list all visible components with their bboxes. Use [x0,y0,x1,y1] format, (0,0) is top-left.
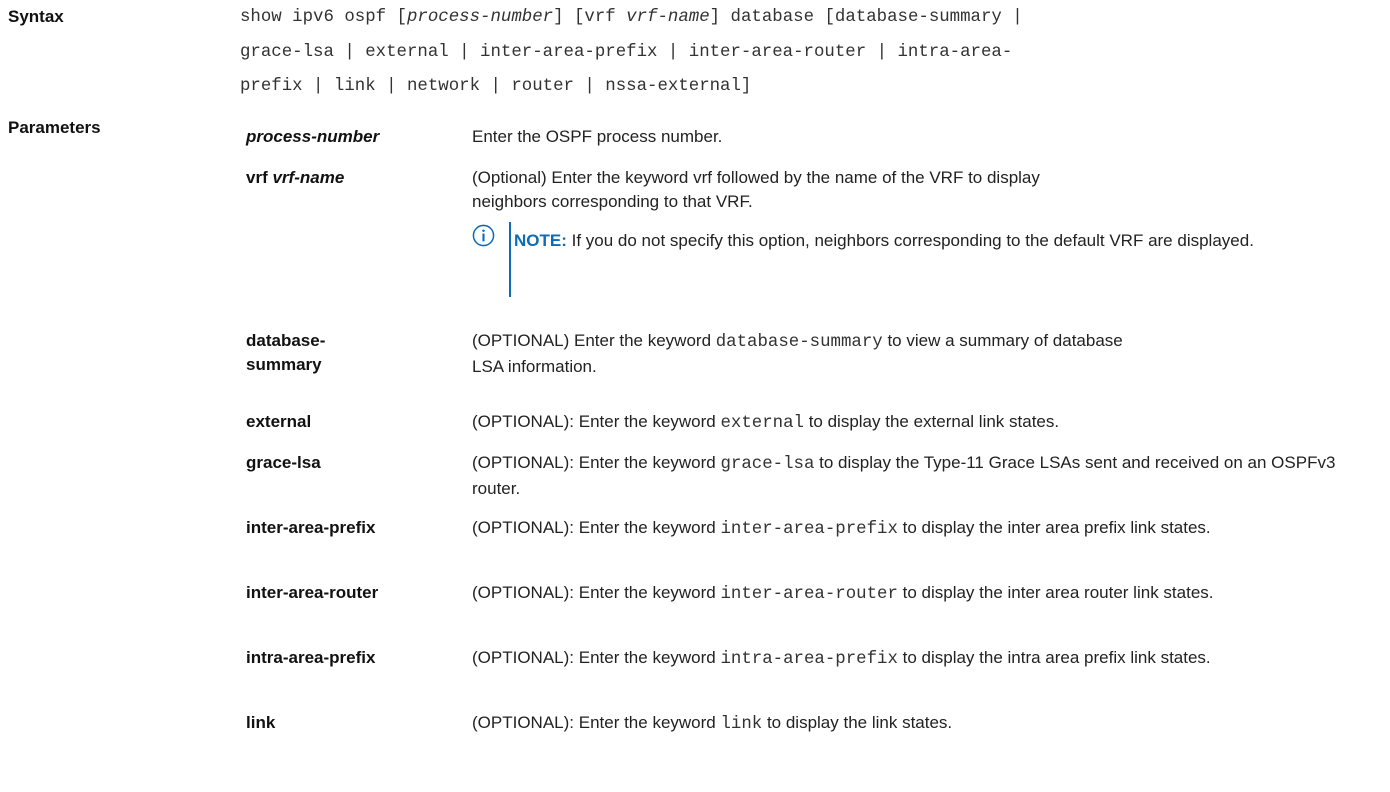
param-desc-database-summary: (OPTIONAL) Enter the keyword database-su… [472,331,1123,376]
param-term-intra-area-prefix: intra-area-prefix [246,648,376,667]
param-term-process-number: process-number [246,127,380,146]
param-desc-inter-area-prefix: (OPTIONAL): Enter the keyword inter-area… [472,518,1211,539]
param-desc-external: (OPTIONAL): Enter the keyword external t… [472,412,1060,433]
param-term-external: external [246,412,312,431]
param-desc-process-number: Enter the OSPF process number. [472,127,723,146]
param-term-link: link [246,713,276,732]
param-term-inter-area-prefix: inter-area-prefix [246,518,376,537]
note-accent-bar [509,222,511,297]
syntax-line-2: grace-lsa | external | inter-area-prefix… [240,43,1013,62]
param-term-inter-area-router: inter-area-router [246,583,379,602]
param-desc-intra-area-prefix: (OPTIONAL): Enter the keyword intra-area… [472,648,1211,669]
param-desc-link: (OPTIONAL): Enter the keyword link to di… [472,713,953,734]
param-desc-inter-area-router: (OPTIONAL): Enter the keyword inter-area… [472,583,1214,604]
param-desc-vrf: (Optional) Enter the keyword vrf followe… [472,168,1040,211]
param-desc-grace-lsa: (OPTIONAL): Enter the keyword grace-lsa … [472,453,1336,498]
syntax-line-3: prefix | link | network | router | nssa-… [240,77,752,96]
parameters-label: Parameters [8,118,101,137]
param-term-vrf: vrf vrf-name [246,168,345,187]
syntax-line-1: show ipv6 ospf [process-number] [vrf vrf… [240,8,1023,27]
info-icon [472,224,495,247]
param-term-grace-lsa: grace-lsa [246,453,321,472]
syntax-label: Syntax [8,7,64,26]
note-text: NOTE: If you do not specify this option,… [514,231,1254,250]
param-term-database-summary: database-summary [246,331,326,374]
